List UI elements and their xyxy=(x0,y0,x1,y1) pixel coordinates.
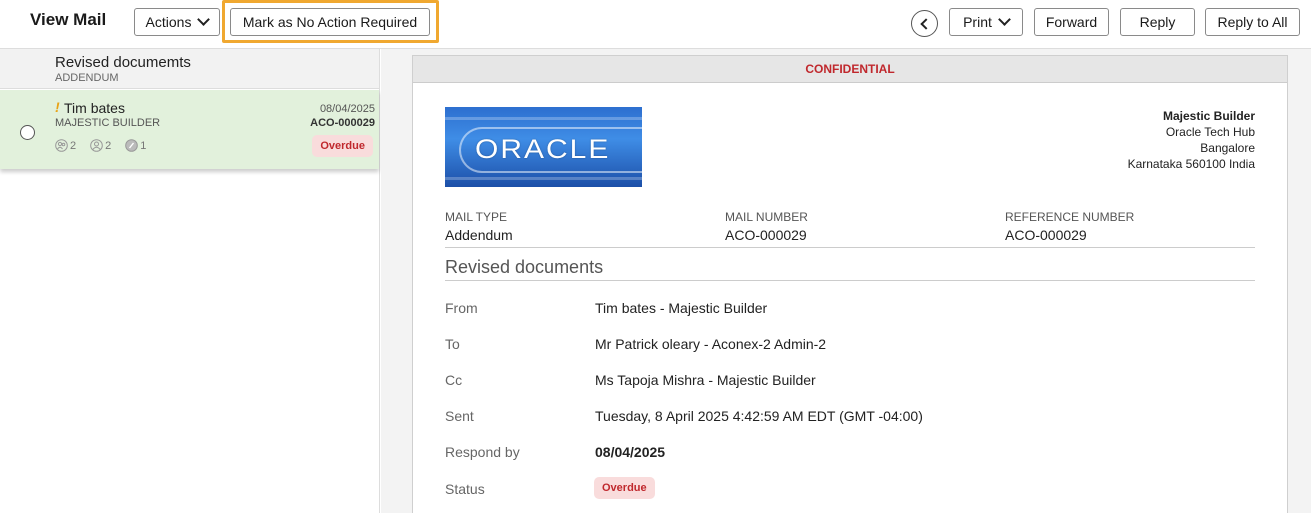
print-label: Print xyxy=(963,14,992,30)
select-radio[interactable] xyxy=(20,125,35,140)
address-line1: Oracle Tech Hub xyxy=(1165,125,1255,139)
cc-value: Ms Tapoja Mishra - Majestic Builder xyxy=(595,372,816,388)
attachment-count: 1 xyxy=(125,139,146,152)
sender-name: Tim bates xyxy=(64,100,125,116)
thread-title: Revised documemts xyxy=(55,54,191,71)
attachment-icon xyxy=(125,139,139,152)
to-value: Mr Patrick oleary - Aconex-2 Admin-2 xyxy=(595,336,827,352)
reply-all-button[interactable]: Reply to All xyxy=(1205,8,1300,36)
cc-label: Cc xyxy=(445,372,463,388)
toolbar: View Mail Actions Mark as No Action Requ… xyxy=(0,0,1311,49)
reference-label: REFERENCE NUMBER xyxy=(1005,210,1135,224)
mail-date: 08/04/2025 xyxy=(319,103,375,115)
recipient-counts: 2 2 1 xyxy=(55,139,146,152)
page-title: View Mail xyxy=(30,10,107,29)
status-label: Status xyxy=(445,481,485,497)
sender-org: MAJESTIC BUILDER xyxy=(55,117,161,129)
mail-number-value: ACO-000029 xyxy=(725,227,807,243)
list-item[interactable]: ! Tim bates MAJESTIC BUILDER 08/04/2025 … xyxy=(0,90,379,169)
sent-label: Sent xyxy=(445,408,474,424)
mail-subject: Revised documents xyxy=(445,257,604,277)
mail-view-pane: CONFIDENTIAL ORACLE Majestic Builder Ora… xyxy=(381,49,1311,513)
sent-value: Tuesday, 8 April 2025 4:42:59 AM EDT (GM… xyxy=(595,408,923,424)
to-count-value: 2 xyxy=(70,140,77,152)
from-value: Tim bates - Majestic Builder xyxy=(595,300,768,316)
to-label: To xyxy=(445,336,460,352)
mail-number: ACO-000029 xyxy=(310,117,375,129)
address-line2: Bangalore xyxy=(1200,141,1255,155)
actions-label: Actions xyxy=(145,14,192,30)
print-dropdown[interactable]: Print xyxy=(949,8,1023,36)
forward-button[interactable]: Forward xyxy=(1034,8,1109,36)
chevron-down-icon xyxy=(998,13,1011,26)
actions-dropdown[interactable]: Actions xyxy=(134,8,220,36)
logo-text: ORACLE xyxy=(475,134,611,165)
mail-type-value: Addendum xyxy=(445,227,513,243)
confidential-banner: CONFIDENTIAL xyxy=(413,56,1287,83)
person-icon xyxy=(90,139,103,152)
cc-count-value: 2 xyxy=(105,140,112,152)
mail-type-label: MAIL TYPE xyxy=(445,210,508,224)
chevron-down-icon xyxy=(197,13,211,26)
mail-document: CONFIDENTIAL ORACLE Majestic Builder Ora… xyxy=(412,55,1288,513)
people-icon xyxy=(55,139,68,152)
respond-by-label: Respond by xyxy=(445,444,520,460)
cc-count: 2 xyxy=(90,139,111,152)
status-badge: Overdue xyxy=(594,477,655,499)
status-badge: Overdue xyxy=(312,135,373,157)
mark-no-action-button[interactable]: Mark as No Action Required xyxy=(230,8,430,36)
reply-button[interactable]: Reply xyxy=(1120,8,1195,36)
to-count: 2 xyxy=(55,139,76,152)
divider xyxy=(445,247,1255,248)
from-label: From xyxy=(445,300,478,316)
thread-header: Revised documemts ADDENDUM xyxy=(0,49,379,89)
back-button[interactable] xyxy=(911,10,938,37)
attach-count-value: 1 xyxy=(140,140,147,152)
priority-icon: ! xyxy=(55,99,60,115)
reference-value: ACO-000029 xyxy=(1005,227,1087,243)
address-line3: Karnataka 560100 India xyxy=(1127,157,1255,171)
company-logo: ORACLE xyxy=(445,107,642,187)
mail-number-label: MAIL NUMBER xyxy=(725,210,808,224)
divider xyxy=(445,280,1255,281)
address-company: Majestic Builder xyxy=(1162,109,1255,123)
thread-pane: Revised documemts ADDENDUM ! Tim bates M… xyxy=(0,49,380,513)
sender-address: Majestic Builder Oracle Tech Hub Bangalo… xyxy=(1128,108,1255,172)
thread-subtitle: ADDENDUM xyxy=(55,72,119,84)
respond-by-value: 08/04/2025 xyxy=(595,444,666,460)
chevron-left-icon xyxy=(920,17,932,30)
